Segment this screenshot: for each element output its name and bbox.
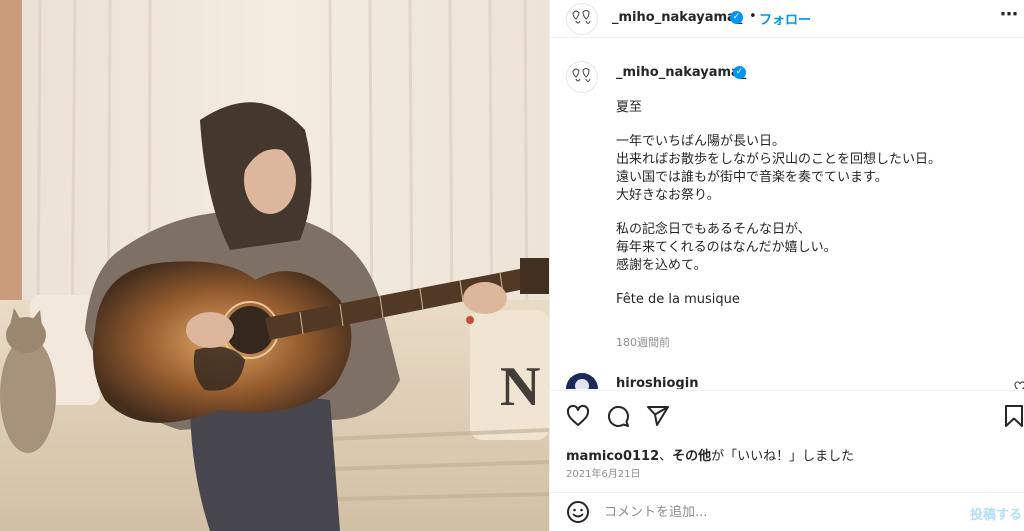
caption-line: Fête de la musique (616, 292, 740, 307)
comment-like-icon[interactable] (1014, 381, 1024, 389)
commenter-avatar[interactable] (566, 373, 598, 389)
verified-badge-icon: ✓ (730, 11, 743, 24)
post-comment-button[interactable]: 投稿する (970, 504, 1022, 523)
post-side-panel: _miho_nakayama_ ✓ • フォロー ⋯ _miho_nakayam… (549, 0, 1024, 531)
liker-username[interactable]: mamico0112 (566, 449, 659, 464)
caption-time[interactable]: 180週間前 (616, 334, 670, 350)
likes-separator: 、 (659, 449, 673, 464)
header-separator: • (749, 9, 757, 24)
likes-suffix: が「いいね！」しました (711, 449, 855, 464)
caption-line: 出来ればお散歩をしながら沢山のことを回想したい日。 (616, 152, 942, 167)
caption-username[interactable]: _miho_nakayama_ (616, 65, 746, 80)
caption-line: 感謝を込めて。 (616, 258, 707, 273)
likes-others-link[interactable]: その他 (672, 449, 711, 464)
add-comment-bar: 投稿する (550, 492, 1024, 531)
emoji-icon[interactable] (566, 500, 590, 524)
profile-avatar[interactable] (566, 3, 598, 35)
caption-line: 夏至 (616, 100, 643, 115)
caption-area: _miho_nakayama_ ✓ 夏至 一年でいちばん陽が長い日。 出来ればお… (550, 39, 1024, 389)
post-date[interactable]: 2021年6月21日 (566, 465, 641, 480)
comment-input[interactable] (604, 499, 954, 525)
caption-line: 遠い国では誰もが街中で音楽を奏でています。 (616, 170, 888, 185)
caption-line: 一年でいちばん陽が長い日。 (616, 134, 786, 149)
verified-badge-icon: ✓ (733, 66, 746, 79)
bookmark-icon[interactable] (1002, 404, 1024, 428)
post-photo[interactable]: N (0, 0, 549, 531)
guitar-player-photo: N (0, 0, 549, 531)
share-icon[interactable] (646, 404, 670, 428)
comment-icon[interactable] (606, 404, 630, 428)
header-username[interactable]: _miho_nakayama_ (612, 10, 742, 25)
caption-avatar[interactable] (566, 61, 598, 93)
caption-line: 毎年来てくれるのはなんだか嬉しい。 (616, 240, 837, 255)
follow-button[interactable]: フォロー (759, 9, 811, 28)
heart-icon[interactable] (566, 404, 590, 428)
likes-summary: mamico0112、その他が「いいね！」しました (566, 445, 854, 464)
action-bar (550, 390, 1024, 440)
caption-line: 私の記念日でもあるそんな日が、 (616, 222, 811, 237)
caption-text: 夏至 一年でいちばん陽が長い日。 出来ればお散歩をしながら沢山のことを回想したい… (616, 99, 996, 309)
post-header: _miho_nakayama_ ✓ • フォロー ⋯ (550, 0, 1024, 38)
commenter-username[interactable]: hiroshiogin (616, 376, 698, 389)
more-options-icon[interactable]: ⋯ (1000, 4, 1018, 25)
caption-line: 大好きなお祭り。 (616, 188, 720, 203)
